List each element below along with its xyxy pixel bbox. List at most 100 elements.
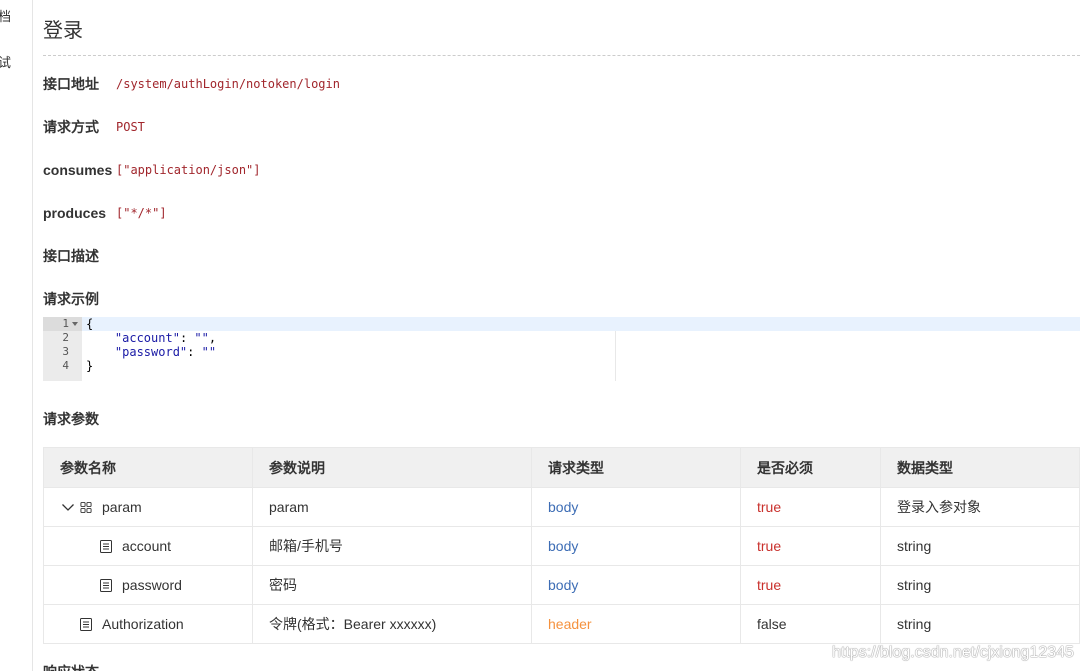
grid-glyph [80, 501, 92, 513]
watermark: https://blog.csdn.net/cjxiong12345 [832, 644, 1074, 661]
param-required: true [740, 487, 881, 527]
gutter-line: 2 [43, 331, 82, 345]
table-row: param param body true 登录入参对象 [43, 487, 1080, 527]
line-number: 2 [62, 331, 69, 344]
param-name: Authorization [60, 616, 236, 632]
consumes-row: consumes ["application/json"] [43, 160, 1043, 180]
expand-toggle-slot [80, 539, 100, 553]
caret-down-icon[interactable] [72, 322, 78, 326]
param-in: header [531, 604, 741, 644]
param-in: body [531, 487, 741, 527]
code-token: : [179, 331, 195, 345]
request-params-table: 参数名称 参数说明 请求类型 是否必须 数据类型 param param body t… [43, 447, 1080, 644]
doc-icon [100, 578, 112, 592]
param-description: 密码 [252, 565, 532, 605]
request-example-heading: 请求示例 [43, 291, 99, 307]
request-example-editor[interactable]: 1234 { "account": "", "password": ""} [43, 317, 1080, 381]
column-header-required: 是否必须 [740, 447, 881, 488]
consumes-value: ["application/json"] [116, 163, 261, 177]
param-name: param [60, 499, 236, 515]
param-required: true [740, 565, 881, 605]
code-token: : [187, 345, 202, 359]
consumes-label: consumes [43, 162, 113, 178]
code-token: } [86, 359, 94, 373]
expand-toggle-slot [60, 500, 80, 514]
table-row: password 密码 body true string [43, 565, 1080, 605]
line-number: 4 [62, 359, 69, 372]
param-description: 邮箱/手机号 [252, 526, 532, 566]
table-body: param param body true 登录入参对象 account 邮箱/手机号 bod… [43, 487, 1080, 644]
param-name-cell: param [43, 487, 253, 527]
code-token: "account" [114, 331, 180, 345]
param-name-text: Authorization [102, 616, 184, 632]
param-required: true [740, 526, 881, 566]
param-name-text: account [122, 538, 172, 554]
column-header-description: 参数说明 [252, 447, 532, 488]
code-line: "account": "", [86, 331, 216, 345]
editor-gutter: 1234 [43, 317, 82, 381]
request-method-row: 请求方式 POST [43, 117, 1043, 137]
param-in: body [531, 565, 741, 605]
code-token: "password" [114, 345, 188, 359]
doc-glyph [100, 578, 112, 592]
request-params-heading: 请求参数 [43, 411, 99, 427]
param-description: param [252, 487, 532, 527]
sidebar: 档 试 [0, 0, 33, 671]
param-in: body [531, 526, 741, 566]
title-divider [43, 55, 1080, 56]
param-type: 登录入参对象 [880, 487, 1080, 527]
param-required: false [740, 604, 881, 644]
code-token: , [208, 331, 217, 345]
doc-glyph [100, 539, 112, 553]
page-title: 登录 [43, 20, 83, 42]
gutter-line: 4 [43, 359, 82, 373]
doc-icon [100, 539, 112, 553]
sidebar-tab-docs[interactable]: 档 [0, 7, 32, 27]
param-name-text: password [122, 577, 182, 593]
gutter-line: 3 [43, 345, 82, 359]
param-name-text: param [102, 499, 142, 515]
editor-active-line [82, 317, 1080, 331]
code-token: { [86, 317, 94, 331]
api-description-row: 接口描述 [43, 246, 1043, 266]
param-name-cell: Authorization [43, 604, 253, 644]
expand-toggle-slot [80, 578, 100, 592]
api-url-value: /system/authLogin/notoken/login [116, 77, 340, 91]
line-number: 3 [62, 345, 69, 358]
api-description-label: 接口描述 [43, 248, 99, 264]
doc-icon [80, 617, 92, 631]
param-description: 令牌(格式：Bearer xxxxxx) [252, 604, 532, 644]
table-header-row: 参数名称 参数说明 请求类型 是否必须 数据类型 [43, 447, 1080, 488]
code-token: "" [201, 345, 217, 359]
doc-glyph [80, 617, 92, 631]
produces-value: ["*/*"] [116, 206, 167, 220]
request-method-value: POST [116, 120, 145, 134]
response-status-heading: 响应状态 [43, 662, 243, 671]
api-url-label: 接口地址 [43, 76, 99, 92]
produces-row: produces ["*/*"] [43, 203, 1043, 223]
param-name-cell: account [43, 526, 253, 566]
param-type: string [880, 526, 1080, 566]
column-header-in: 请求类型 [531, 447, 741, 488]
expand-toggle-slot [60, 617, 80, 631]
param-name: password [60, 577, 236, 593]
code-token: "" [194, 331, 209, 345]
chevron-down-icon[interactable] [61, 501, 75, 513]
param-name: account [60, 538, 236, 554]
line-number: 1 [62, 317, 69, 330]
column-header-name: 参数名称 [43, 447, 253, 488]
sidebar-tab-debug[interactable]: 试 [0, 53, 32, 73]
code-line: } [86, 359, 216, 373]
param-type: string [880, 565, 1080, 605]
grid-icon [80, 501, 92, 514]
table-row: account 邮箱/手机号 body true string [43, 526, 1080, 566]
code-line: { [86, 317, 216, 331]
chevron-down-glyph [62, 504, 74, 511]
request-method-label: 请求方式 [43, 119, 99, 135]
param-type: string [880, 604, 1080, 644]
gutter-line: 1 [43, 317, 82, 331]
code-line: "password": "" [86, 345, 216, 359]
column-header-type: 数据类型 [880, 447, 1080, 488]
editor-code[interactable]: { "account": "", "password": ""} [86, 317, 216, 373]
